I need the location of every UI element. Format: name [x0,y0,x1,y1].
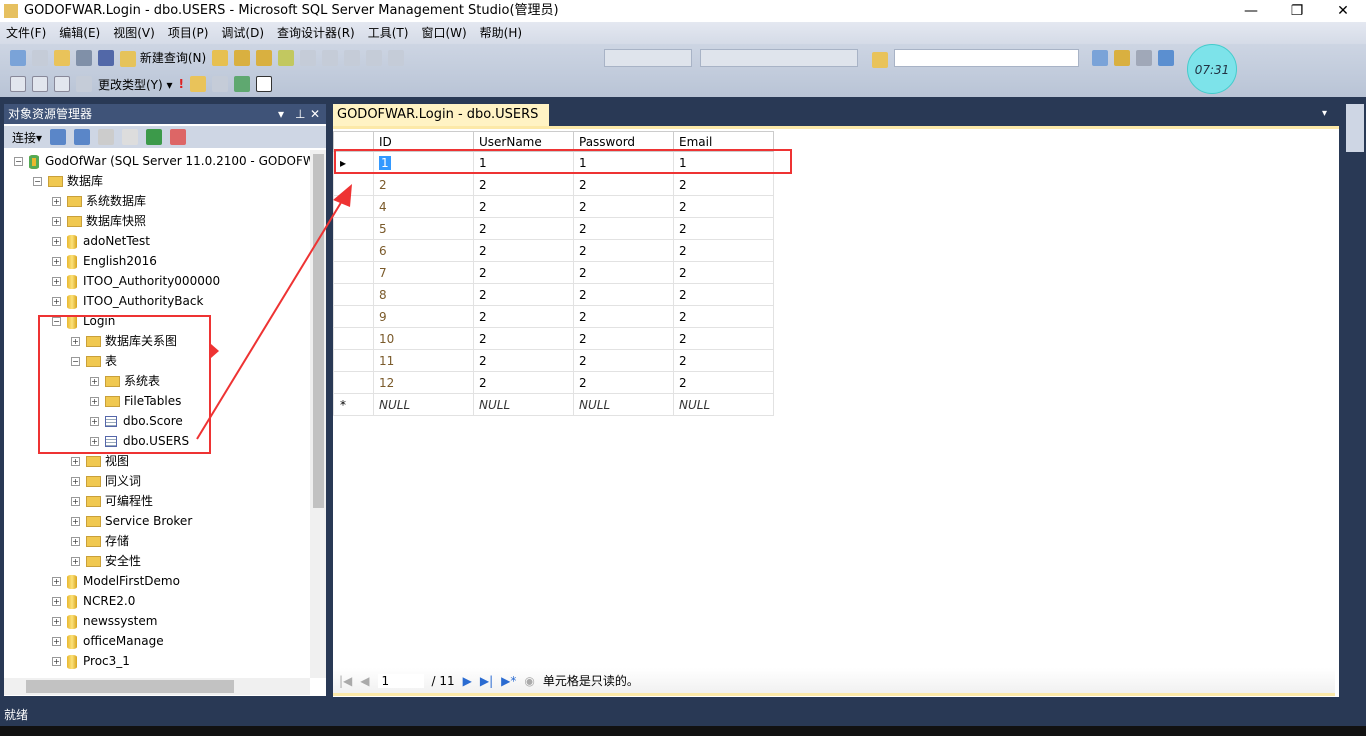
annotation-arrow [196,184,352,440]
